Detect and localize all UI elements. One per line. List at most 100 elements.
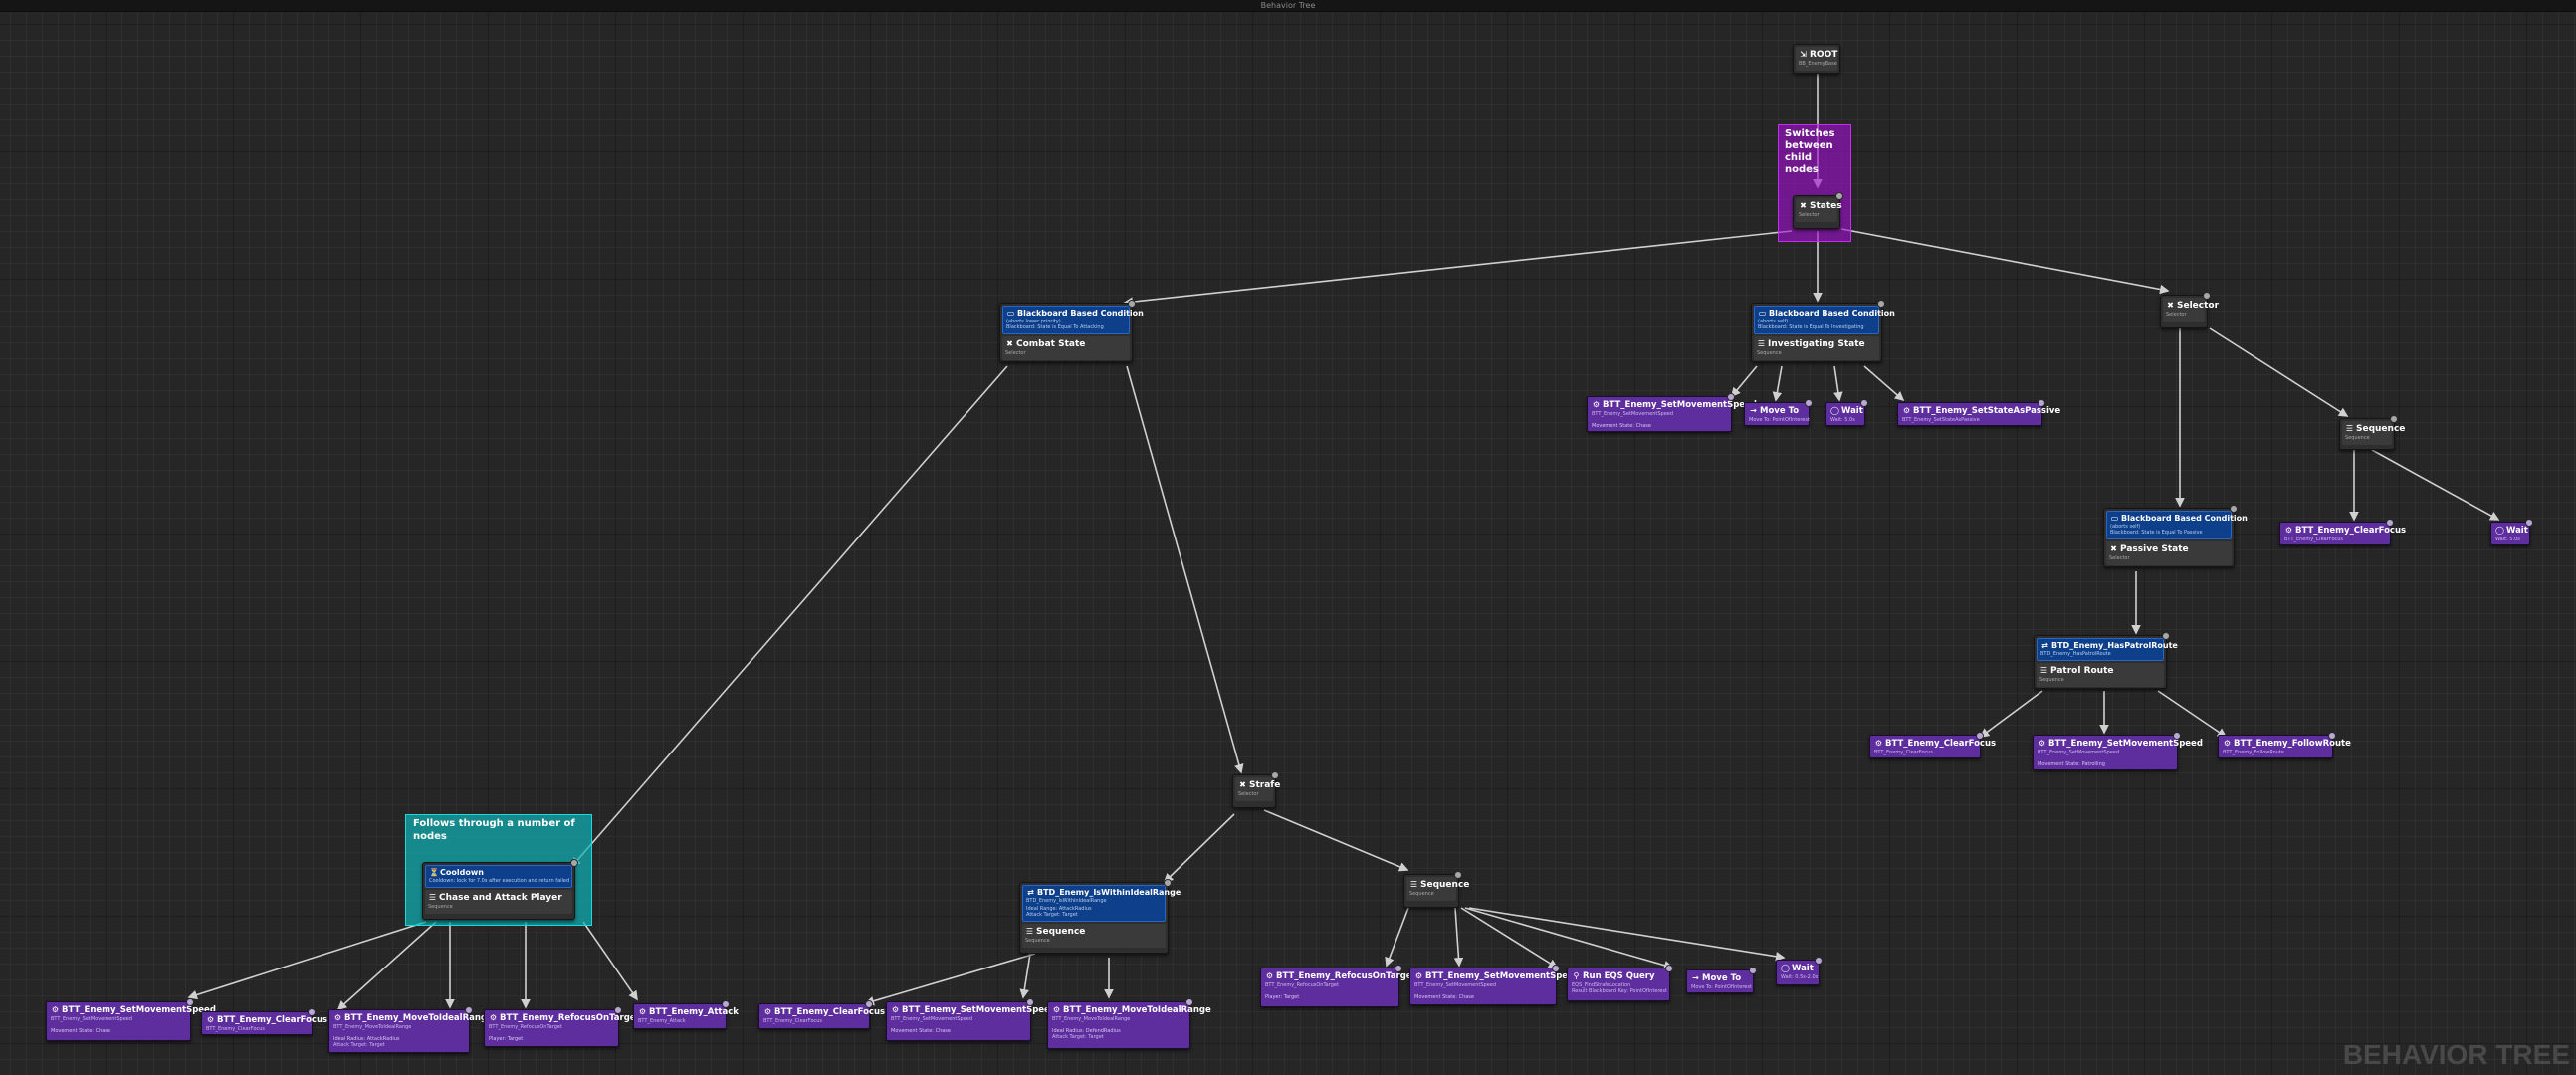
task-set-movement-speed[interactable]: ⚙ BTT_Enemy_SetMovementSpeed BTT_Enemy_Se… — [46, 998, 216, 1041]
strafe-sequence-node[interactable]: ☰ Sequence Sequence — [1403, 871, 1469, 908]
task-icon: ⚙ — [1052, 1005, 1061, 1014]
cooldown-decorator[interactable]: ⏳Cooldown Cooldown: lock for 7.0s after … — [425, 865, 572, 888]
output-pin[interactable] — [2173, 732, 2181, 740]
wire — [1772, 365, 1783, 402]
output-pin[interactable] — [186, 998, 194, 1006]
output-pin[interactable] — [1749, 967, 1757, 974]
task-refocus-on-target[interactable]: ⚙ BTT_Enemy_RefocusOnTarget BTT_Enemy_Ref… — [484, 1006, 640, 1047]
wire — [187, 921, 427, 1000]
comment-text: Switches between child nodes — [1785, 128, 1835, 175]
task-wait[interactable]: ◯ Wait Wait: 5.0s — [1825, 399, 1868, 426]
blackboard-icon: ▭ — [1006, 309, 1015, 318]
output-pin[interactable] — [1665, 965, 1673, 972]
wire — [1019, 953, 1031, 999]
output-pin[interactable] — [1835, 192, 1843, 200]
blackboard-decorator[interactable]: ▭ Blackboard Based Condition (aborts self… — [1754, 306, 1895, 334]
output-pin[interactable] — [2203, 292, 2211, 300]
output-pin[interactable] — [1185, 998, 1193, 1006]
task-icon: ⚙ — [489, 1013, 498, 1022]
root-node[interactable]: ⇲ ROOT BB_EnemyBase — [1793, 44, 1840, 74]
task-clear-focus[interactable]: ⚙ BTT_Enemy_ClearFocus BTT_Enemy_ClearFoc… — [2279, 519, 2406, 545]
output-pin[interactable] — [2390, 415, 2398, 423]
wire — [2371, 449, 2500, 521]
task-icon: ⚙ — [763, 1007, 772, 1016]
task-run-eqs-query[interactable]: ⚲ Run EQS Query EQS_FindStrafeLocation Re… — [1567, 965, 1673, 1001]
task-move-to-ideal-range[interactable]: ⚙ BTT_Enemy_MoveToIdealRange BTT_Enemy_Mo… — [1047, 998, 1211, 1049]
task-move-to-ideal-range[interactable]: ⚙ BTT_Enemy_MoveToIdealRange BTT_Enemy_Mo… — [328, 1006, 493, 1053]
within-ideal-range-decorator[interactable]: ⇄ BTD_Enemy_IsWithinIdealRange BTD_Enemy_… — [1022, 885, 1181, 922]
graph-type-watermark: BEHAVIOR TREE — [2342, 1039, 2570, 1070]
has-patrol-route-decorator[interactable]: ⇄ BTD_Enemy_HasPatrolRoute BTD_Enemy_HasP… — [2037, 638, 2178, 661]
output-pin[interactable] — [722, 1000, 730, 1008]
task-icon: ⚙ — [2223, 739, 2232, 748]
task-move-to[interactable]: → Move To Move To: PointOfInterest — [1686, 967, 1757, 993]
task-icon: ⚙ — [333, 1013, 342, 1022]
passive-state-node[interactable]: ▭ Blackboard Based Condition (aborts self… — [2103, 505, 2248, 567]
output-pin[interactable] — [1877, 300, 1885, 308]
decorator-icon: ⇄ — [1027, 888, 1034, 897]
blackboard-decorator[interactable]: ▭ Blackboard Based Condition (aborts lowe… — [1002, 306, 1144, 334]
wire — [1453, 907, 1464, 968]
wire — [582, 921, 638, 1001]
output-pin[interactable] — [1976, 732, 1984, 740]
eqs-icon: ⚲ — [1573, 971, 1580, 980]
wait-icon: ◯ — [1781, 964, 1790, 972]
output-pin[interactable] — [1805, 399, 1813, 407]
wire — [1468, 907, 1786, 962]
output-pin[interactable] — [2328, 732, 2336, 740]
output-pin[interactable] — [1454, 871, 1462, 879]
task-wait[interactable]: ◯ Wait Wait: 5.0s — [2490, 519, 2533, 545]
output-pin[interactable] — [865, 1000, 873, 1008]
output-pin[interactable] — [465, 1006, 473, 1014]
output-pin[interactable] — [1395, 965, 1402, 972]
output-pin[interactable] — [614, 1006, 622, 1014]
patrol-route-node[interactable]: ⇄ BTD_Enemy_HasPatrolRoute BTD_Enemy_HasP… — [2034, 632, 2178, 689]
task-clear-focus[interactable]: ⚙ BTT_Enemy_ClearFocus BTT_Enemy_ClearFoc… — [1869, 732, 1996, 758]
sequence-node[interactable]: ☰ Sequence Sequence — [2339, 415, 2405, 450]
task-clear-focus[interactable]: ⚙ BTT_Enemy_ClearFocus BTT_Enemy_ClearFoc… — [758, 1000, 885, 1029]
task-set-movement-speed[interactable]: ⚙ BTT_Enemy_SetMovementSpeed BTT_Enemy_Se… — [886, 998, 1056, 1041]
wire — [1385, 907, 1409, 968]
wire — [1833, 365, 1843, 402]
strafe-selector-node[interactable]: ✖ Strafe Selector — [1232, 771, 1280, 808]
task-icon: ⚙ — [1902, 406, 1911, 415]
output-pin[interactable] — [1860, 399, 1868, 407]
output-pin[interactable] — [2525, 519, 2533, 527]
task-attack[interactable]: ⚙ BTT_Enemy_Attack BTT_Enemy_Attack — [633, 1000, 739, 1029]
task-set-movement-speed[interactable]: ⚙ BTT_Enemy_SetMovementSpeed BTT_Enemy_Se… — [2033, 732, 2203, 770]
task-set-state-as-passive[interactable]: ⚙ BTT_Enemy_SetStateAsPassive BTT_Enemy_S… — [1897, 399, 2060, 426]
ideal-range-sequence-node[interactable]: ⇄ BTD_Enemy_IsWithinIdealRange BTD_Enemy_… — [1019, 879, 1181, 954]
output-pin[interactable] — [1727, 393, 1735, 401]
task-icon: ⚙ — [2284, 526, 2293, 535]
output-pin[interactable] — [570, 859, 578, 867]
wire — [1979, 690, 2043, 738]
output-pin[interactable] — [2038, 399, 2045, 407]
output-pin[interactable] — [1815, 957, 1823, 965]
task-icon: ⚙ — [1874, 739, 1883, 748]
task-refocus-on-target[interactable]: ⚙ BTT_Enemy_RefocusOnTarget BTT_Enemy_Ref… — [1260, 965, 1416, 1007]
task-move-to[interactable]: → Move To Move To: PointOfInterest — [1744, 399, 1813, 426]
wire — [1840, 228, 2170, 295]
output-pin[interactable] — [2386, 519, 2394, 527]
chase-attack-node[interactable]: ⏳Cooldown Cooldown: lock for 7.0s after … — [422, 859, 578, 920]
output-pin[interactable] — [1552, 965, 1560, 972]
blackboard-decorator[interactable]: ▭ Blackboard Based Condition (aborts self… — [2106, 511, 2248, 539]
output-pin[interactable] — [1164, 879, 1172, 887]
output-pin[interactable] — [308, 1008, 316, 1016]
task-set-movement-speed[interactable]: ⚙ BTT_Enemy_SetMovementSpeed BTT_Enemy_Se… — [1587, 393, 1757, 432]
output-pin[interactable] — [2162, 632, 2170, 640]
selector-node[interactable]: ✖ Selector Selector — [2160, 292, 2219, 328]
investigating-state-node[interactable]: ▭ Blackboard Based Condition (aborts self… — [1751, 300, 1895, 362]
wire — [1863, 365, 1905, 402]
output-pin[interactable] — [1128, 300, 1136, 308]
output-pin[interactable] — [2230, 505, 2238, 513]
task-icon: ⚙ — [206, 1015, 215, 1024]
task-wait[interactable]: ◯ Wait Wait: 0.5s-2.0s — [1776, 957, 1823, 985]
task-clear-focus[interactable]: ⚙ BTT_Enemy_ClearFocus BTT_Enemy_ClearFoc… — [201, 1008, 327, 1035]
states-selector-node[interactable]: ✖ States Selector — [1793, 192, 1843, 229]
combat-state-node[interactable]: ▭ Blackboard Based Condition (aborts lowe… — [999, 300, 1144, 362]
task-follow-route[interactable]: ⚙ BTT_Enemy_FollowRoute BTT_Enemy_FollowR… — [2218, 732, 2351, 758]
task-set-movement-speed[interactable]: ⚙ BTT_Enemy_SetMovementSpeed BTT_Enemy_Se… — [1409, 965, 1580, 1005]
output-pin[interactable] — [1026, 998, 1034, 1006]
output-pin[interactable] — [1271, 771, 1279, 779]
